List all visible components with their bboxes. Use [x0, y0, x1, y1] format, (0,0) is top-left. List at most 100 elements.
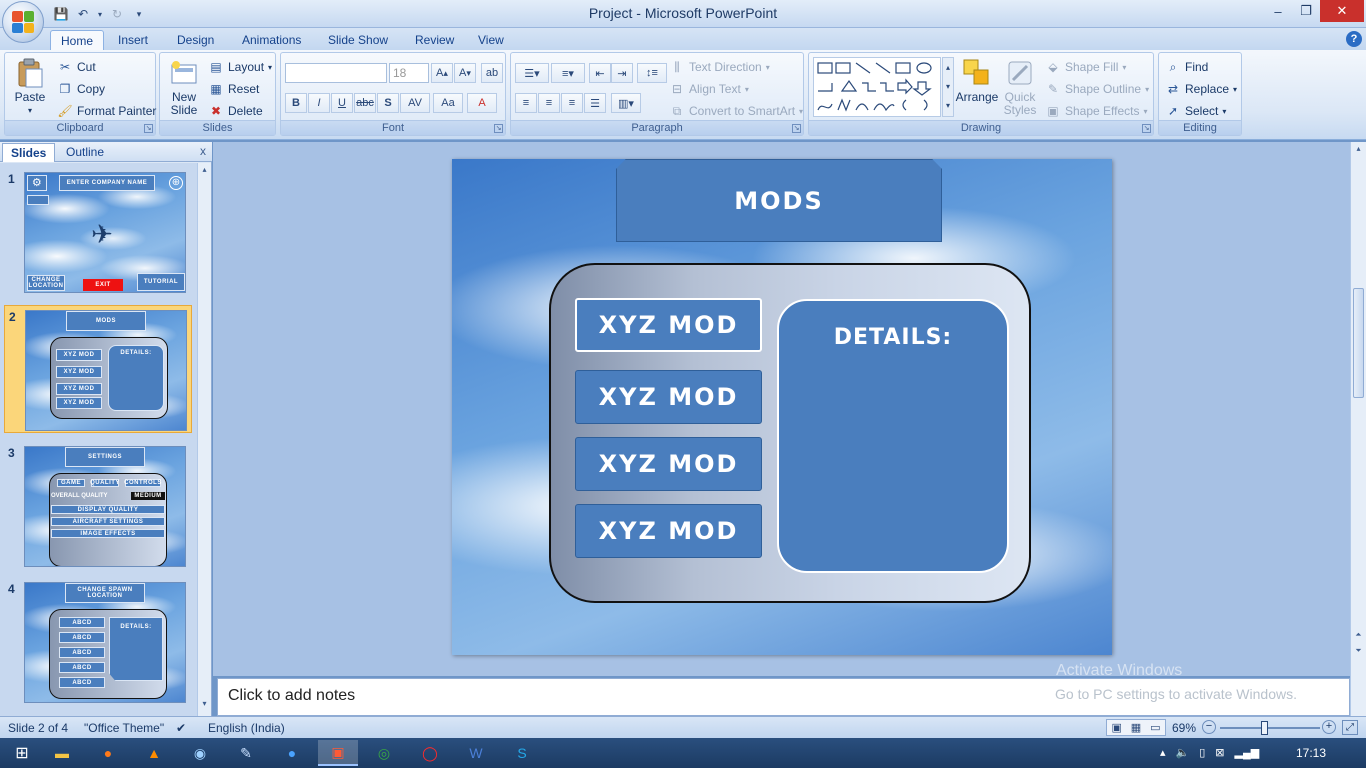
- spellcheck-icon[interactable]: ✔: [176, 721, 186, 735]
- slide-thumbnail-1[interactable]: 1 ⚙ ENTER COMPANY NAME ⊕ ✈ CHANGE LOCATI…: [4, 168, 192, 296]
- strikethrough-icon[interactable]: abc: [354, 93, 376, 113]
- signal-icon[interactable]: ▂▄▆: [1235, 746, 1260, 759]
- zoom-in-icon[interactable]: +: [1322, 720, 1336, 734]
- align-right-icon[interactable]: ≡: [561, 93, 583, 113]
- bullets-icon[interactable]: ☰▾: [515, 63, 549, 83]
- pane-close-icon[interactable]: x: [200, 144, 206, 158]
- select-button[interactable]: ➚ Select ▾: [1165, 103, 1226, 119]
- font-name-field[interactable]: [285, 63, 387, 83]
- current-slide[interactable]: MODS XYZ MOD XYZ MOD XYZ MOD XYZ MOD DET…: [452, 159, 1112, 655]
- clipboard-launcher-icon[interactable]: ↘: [144, 124, 153, 133]
- slide-thumbnail-4[interactable]: 4 CHANGE SPAWN LOCATION ABCD ABCD ABCD A…: [4, 578, 192, 706]
- network-status-icon[interactable]: ⊠: [1215, 746, 1224, 759]
- word-icon[interactable]: W: [456, 740, 496, 766]
- tab-review[interactable]: Review: [405, 30, 464, 50]
- tab-outline[interactable]: Outline: [58, 143, 112, 162]
- format-painter-button[interactable]: 🖌 Format Painter: [57, 103, 156, 119]
- fit-to-window-icon[interactable]: ⤢: [1342, 720, 1358, 735]
- zoom-slider[interactable]: [1220, 721, 1320, 735]
- convert-smartart-button[interactable]: ⧉ Convert to SmartArt ▾: [669, 103, 803, 119]
- find-button[interactable]: ⌕ Find: [1165, 59, 1209, 75]
- mod-button-4[interactable]: XYZ MOD: [575, 504, 762, 558]
- character-spacing-icon[interactable]: AV: [400, 93, 430, 113]
- shapes-scroll-icon[interactable]: ▴ ▾ ▾: [942, 57, 954, 117]
- tab-insert[interactable]: Insert: [108, 30, 158, 50]
- paste-button[interactable]: Paste ▾: [9, 57, 51, 117]
- line-spacing-icon[interactable]: ↕≡: [637, 63, 667, 83]
- font-launcher-icon[interactable]: ↘: [494, 124, 503, 133]
- close-button[interactable]: ✕: [1320, 0, 1364, 22]
- app-icon[interactable]: ◉: [180, 740, 220, 766]
- restore-button[interactable]: ❐: [1292, 0, 1320, 22]
- shape-outline-button[interactable]: ✎ Shape Outline ▾: [1045, 81, 1149, 97]
- chrome-icon[interactable]: ◎: [364, 740, 404, 766]
- minimize-button[interactable]: –: [1264, 0, 1292, 22]
- grow-font-icon[interactable]: A ▴: [431, 63, 453, 83]
- tab-slide-show[interactable]: Slide Show: [318, 30, 398, 50]
- tray-overflow-icon[interactable]: ▴: [1160, 746, 1166, 759]
- shadow-icon[interactable]: S: [377, 93, 399, 113]
- opera-icon[interactable]: ◯: [410, 740, 450, 766]
- previous-slide-icon[interactable]: ⏶: [1353, 630, 1364, 642]
- zoom-app-icon[interactable]: ●: [272, 740, 312, 766]
- scroll-up-icon[interactable]: ▴: [199, 165, 210, 177]
- layout-button[interactable]: ▤ Layout ▾: [208, 59, 272, 75]
- slideshow-icon[interactable]: ▭: [1150, 721, 1160, 734]
- volume-icon[interactable]: 🔈: [1176, 746, 1190, 759]
- next-slide-icon[interactable]: ⏷: [1353, 646, 1364, 658]
- start-windows-icon[interactable]: ⊞: [2, 740, 42, 766]
- underline-icon[interactable]: U: [331, 93, 353, 113]
- details-box[interactable]: DETAILS:: [777, 299, 1009, 573]
- office-button[interactable]: [2, 1, 44, 43]
- decrease-indent-icon[interactable]: ⇤: [589, 63, 611, 83]
- copy-button[interactable]: ❐ Copy: [57, 81, 105, 97]
- vlc-icon[interactable]: ▲: [134, 740, 174, 766]
- scroll-down-icon[interactable]: ▾: [199, 699, 210, 711]
- align-text-button[interactable]: ⊟ Align Text ▾: [669, 81, 749, 97]
- slide-sorter-icon[interactable]: ▦: [1131, 721, 1141, 734]
- tab-animations[interactable]: Animations: [232, 30, 311, 50]
- firefox-icon[interactable]: ●: [88, 740, 128, 766]
- text-direction-button[interactable]: ⫼ Text Direction ▾: [669, 59, 769, 75]
- thumbnail-scrollbar[interactable]: ▴ ▾: [197, 163, 211, 716]
- mod-button-3[interactable]: XYZ MOD: [575, 437, 762, 491]
- shrink-font-icon[interactable]: A ▾: [454, 63, 476, 83]
- italic-icon[interactable]: I: [308, 93, 330, 113]
- editor-scrollbar[interactable]: ▴ ⏶ ⏷: [1350, 142, 1366, 716]
- replace-button[interactable]: ⇄ Replace ▾: [1165, 81, 1237, 97]
- new-slide-button[interactable]: New Slide: [164, 57, 204, 117]
- shape-effects-button[interactable]: ▣ Shape Effects ▾: [1045, 103, 1147, 119]
- zoom-level[interactable]: 69%: [1172, 721, 1196, 735]
- slide-title[interactable]: MODS: [616, 159, 942, 242]
- change-case-icon[interactable]: Aa: [433, 93, 463, 113]
- font-color-icon[interactable]: A: [467, 93, 497, 113]
- paragraph-launcher-icon[interactable]: ↘: [792, 124, 801, 133]
- mod-button-1[interactable]: XYZ MOD: [575, 298, 762, 352]
- bold-icon[interactable]: B: [285, 93, 307, 113]
- cut-button[interactable]: ✂ Cut: [57, 59, 96, 75]
- shape-fill-button[interactable]: ⬙ Shape Fill ▾: [1045, 59, 1126, 75]
- skype-icon[interactable]: S: [502, 740, 542, 766]
- scroll-thumb[interactable]: [1353, 288, 1364, 398]
- file-explorer-icon[interactable]: ▬: [42, 740, 82, 766]
- clear-formatting-icon[interactable]: ab: [481, 63, 503, 83]
- columns-icon[interactable]: ▥▾: [611, 93, 641, 113]
- font-size-field[interactable]: 18: [389, 63, 429, 83]
- zoom-out-icon[interactable]: −: [1202, 720, 1216, 734]
- shapes-gallery[interactable]: [813, 57, 941, 117]
- tab-home[interactable]: Home: [50, 30, 105, 50]
- increase-indent-icon[interactable]: ⇥: [611, 63, 633, 83]
- tab-design[interactable]: Design: [167, 30, 224, 50]
- tab-slides[interactable]: Slides: [2, 143, 56, 162]
- slide-thumbnail-3[interactable]: 3 SETTINGS GAME QUALITY CONTROLS OVERALL…: [4, 442, 192, 570]
- quick-styles-button[interactable]: Quick Styles: [999, 57, 1041, 117]
- help-icon[interactable]: ?: [1346, 31, 1362, 47]
- slide-thumbnail-2[interactable]: 2 MODS XYZ MOD XYZ MOD XYZ MOD XYZ MOD D…: [4, 305, 192, 433]
- zoom-slider-thumb[interactable]: [1261, 721, 1268, 735]
- align-left-icon[interactable]: ≡: [515, 93, 537, 113]
- justify-icon[interactable]: ☰: [584, 93, 606, 113]
- paint-icon[interactable]: ✎: [226, 740, 266, 766]
- drawing-launcher-icon[interactable]: ↘: [1142, 124, 1151, 133]
- arrange-button[interactable]: Arrange: [955, 57, 999, 104]
- numbering-icon[interactable]: ≡▾: [551, 63, 585, 83]
